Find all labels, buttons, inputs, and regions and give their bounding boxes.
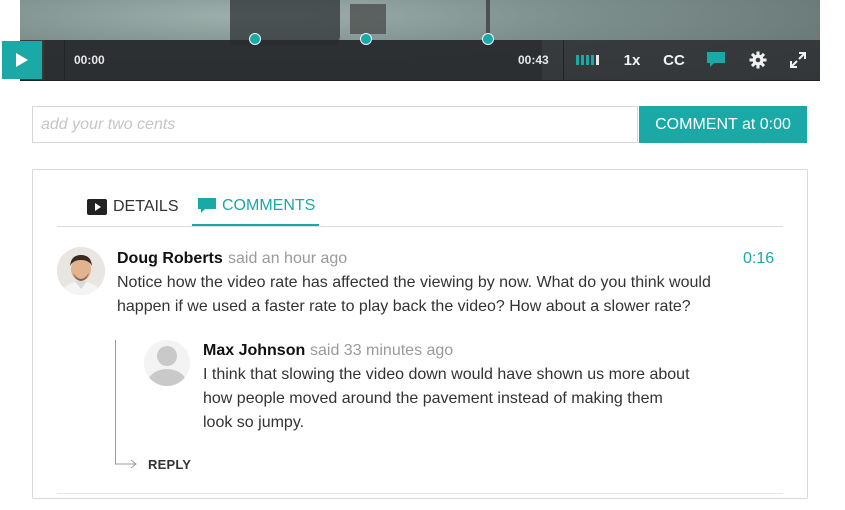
comment-marker[interactable] <box>360 33 372 45</box>
default-avatar-icon <box>144 340 190 386</box>
playback-speed-button[interactable]: 1x <box>620 44 644 76</box>
scrub-bar[interactable] <box>44 40 542 80</box>
fullscreen-button[interactable] <box>788 44 808 76</box>
tab-details[interactable]: DETAILS <box>87 188 179 226</box>
tab-details-label: DETAILS <box>113 198 179 215</box>
duration-time: 00:43 <box>518 53 549 67</box>
avatar <box>144 340 190 386</box>
play-icon <box>16 53 28 67</box>
user-photo-icon <box>57 247 105 295</box>
current-time: 00:00 <box>74 53 105 67</box>
reply-arrow-icon <box>115 456 137 469</box>
closed-captions-button[interactable]: CC <box>661 44 687 76</box>
divider <box>563 40 564 80</box>
gear-icon <box>749 51 767 69</box>
tab-comments-label: COMMENTS <box>222 197 316 214</box>
comment-timestamp-link[interactable]: 0:16 <box>743 250 774 268</box>
divider <box>64 40 65 80</box>
comment-text-line: happen if we used a faster rate to play … <box>117 298 691 315</box>
comment-meta: said an hour ago <box>228 250 348 267</box>
comment-input[interactable] <box>32 106 638 143</box>
comment-marker[interactable] <box>482 33 494 45</box>
comment-marker[interactable] <box>249 33 261 45</box>
reply-text-line: I think that slowing the video down woul… <box>203 366 690 383</box>
comments-toggle-button[interactable] <box>705 44 727 76</box>
comment-icon <box>198 197 216 213</box>
fullscreen-icon <box>790 52 806 68</box>
volume-bars-icon <box>576 55 599 65</box>
reply-button[interactable]: REPLY <box>148 457 191 472</box>
comment-author[interactable]: Doug Roberts <box>117 250 223 268</box>
tab-comments[interactable]: COMMENTS <box>192 188 319 227</box>
volume-button[interactable] <box>575 44 601 76</box>
reply-text-line: how people moved around the pavement ins… <box>203 390 663 407</box>
tabs-underline <box>57 226 783 227</box>
divider <box>57 493 783 494</box>
comment-text: Notice how the video rate has affected t… <box>117 271 737 319</box>
reply-meta: said 33 minutes ago <box>310 342 454 359</box>
settings-button[interactable] <box>748 44 768 76</box>
video-scene-object <box>350 4 386 34</box>
comment-bubble-icon <box>707 52 725 67</box>
play-button[interactable] <box>2 41 42 79</box>
post-comment-button[interactable]: COMMENT at 0:00 <box>639 106 807 143</box>
reply-thread-line <box>115 340 116 464</box>
reply-author[interactable]: Max Johnson <box>203 342 305 360</box>
reply-text-line: look so jumpy. <box>203 414 305 431</box>
video-play-icon <box>87 199 107 215</box>
comment-text-line: Notice how the video rate has affected t… <box>117 274 711 291</box>
reply-text: I think that slowing the video down woul… <box>203 363 723 435</box>
avatar <box>57 247 105 295</box>
